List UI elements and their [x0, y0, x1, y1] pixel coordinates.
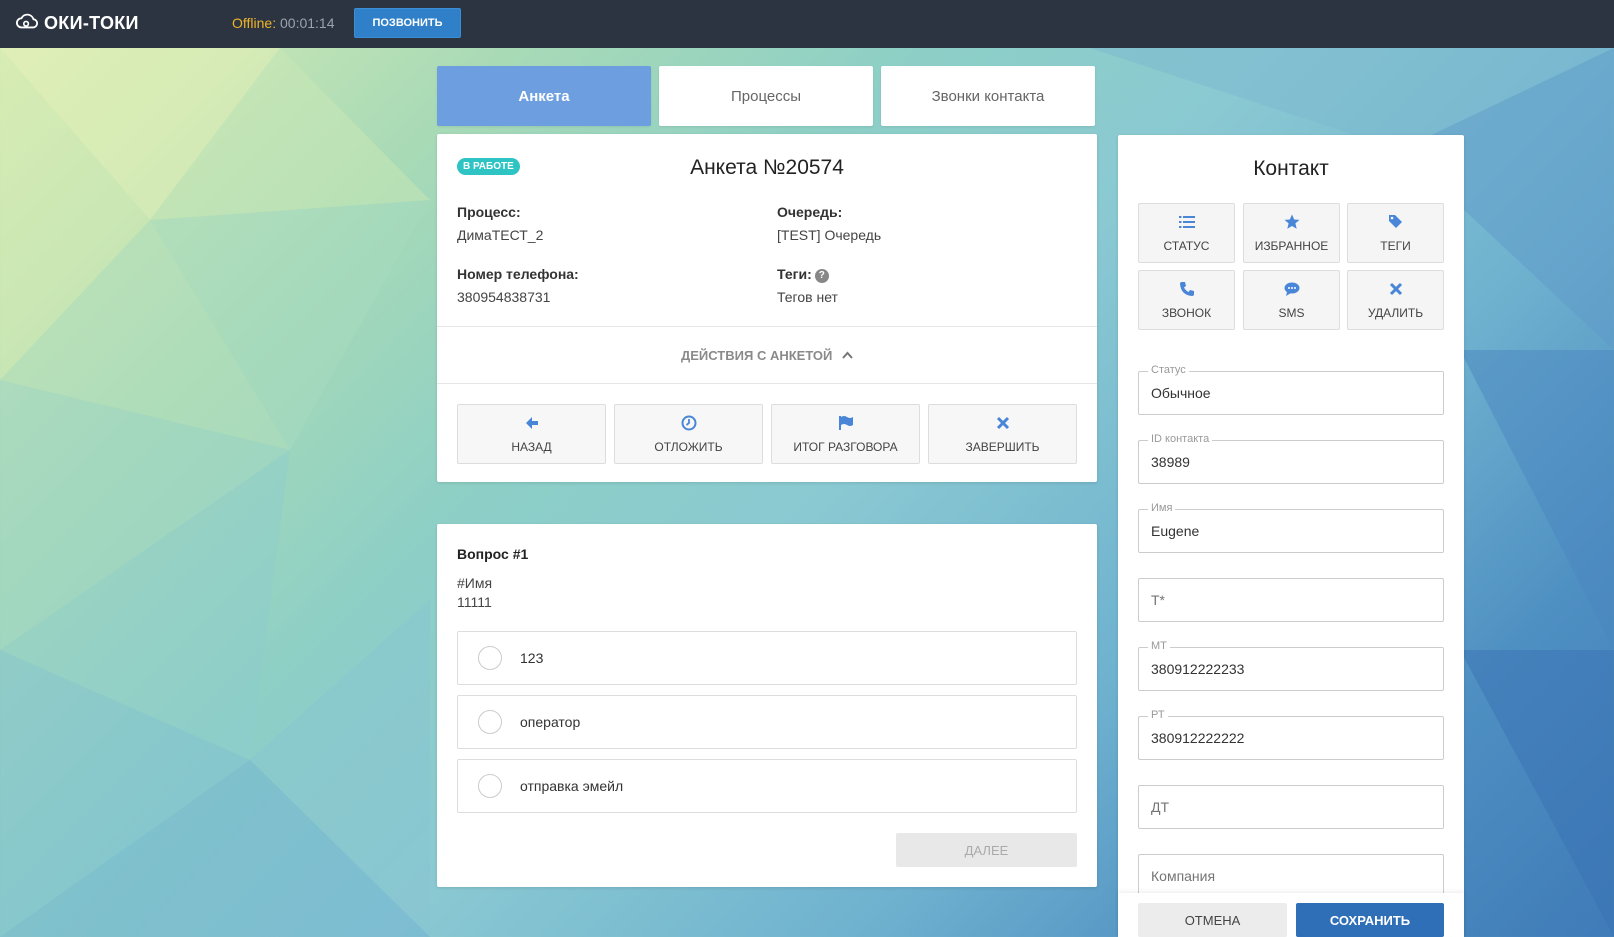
postpone-button[interactable]: ОТЛОЖИТЬ [614, 404, 763, 464]
answer-option-label: отправка эмейл [520, 778, 624, 794]
t-input[interactable] [1139, 579, 1443, 621]
answer-option[interactable]: отправка эмейл [457, 759, 1077, 813]
mt-field[interactable]: МТ 380912222233 [1138, 640, 1444, 691]
status-label: Offline: [232, 15, 277, 31]
help-icon[interactable]: ? [814, 268, 829, 283]
queue-label: Очередь: [777, 204, 843, 220]
rt-field-value: 380912222222 [1151, 730, 1245, 746]
rt-field[interactable]: РТ 380912222222 [1138, 709, 1444, 760]
process-label: Процесс: [457, 204, 521, 220]
status-field[interactable]: Статус Обычное [1138, 364, 1444, 415]
answer-option[interactable]: оператор [457, 695, 1077, 749]
cloud-logo-icon [16, 12, 38, 35]
answer-option-label: 123 [520, 650, 544, 666]
radio-button[interactable] [478, 710, 502, 734]
call-contact-button-label: ЗВОНОК [1161, 305, 1212, 320]
cancel-button[interactable]: ОТМЕНА [1138, 903, 1287, 937]
contact-id-field-value: 38989 [1151, 454, 1190, 470]
tags-button[interactable]: ТЕГИ [1347, 203, 1444, 263]
name-field-value: Eugene [1151, 523, 1200, 539]
close-icon [1388, 281, 1404, 302]
contact-footer: ОТМЕНА СОХРАНИТЬ [1118, 893, 1464, 937]
status-button[interactable]: СТАТУС [1138, 203, 1235, 263]
finish-button[interactable]: ЗАВЕРШИТЬ [928, 404, 1077, 464]
question-line: #Имя [457, 575, 493, 591]
dt-field[interactable] [1138, 785, 1444, 829]
star-icon [1284, 214, 1300, 235]
status-button-label: СТАТУС [1163, 238, 1210, 253]
answer-option-label: оператор [520, 714, 581, 730]
question-text: #Имя 11111 [457, 574, 492, 612]
sms-button[interactable]: SMS [1243, 270, 1340, 330]
tags-icon [1388, 214, 1404, 235]
divider [437, 326, 1097, 327]
tags-label: Теги: [777, 266, 812, 282]
question-card: Вопрос #1 #Имя 11111 123 оператор отправ… [437, 524, 1097, 887]
anketa-title: Анкета №20574 [690, 156, 844, 179]
mt-field-label: МТ [1148, 640, 1170, 652]
phone-value: 380954838731 [457, 289, 551, 305]
contact-panel: Контакт СТАТУС ИЗБРАННОЕ ТЕГИ ЗВОНОК SMS… [1118, 135, 1464, 937]
actions-toggle[interactable]: ДЕЙСТВИЯ С АНКЕТОЙ [437, 347, 1097, 363]
process-value: ДимаТЕСТ_2 [457, 227, 544, 243]
call-button[interactable]: ПОЗВОНИТЬ [354, 8, 461, 38]
queue-value: [TEST] Очередь [777, 227, 882, 243]
arrow-left-icon [524, 415, 540, 436]
next-button[interactable]: ДАЛЕЕ [896, 833, 1077, 867]
divider [437, 383, 1097, 384]
name-field[interactable]: Имя Eugene [1138, 502, 1444, 553]
anketa-card: В РАБОТЕ Анкета №20574 Процесс: ДимаТЕСТ… [437, 134, 1097, 482]
delete-button-label: УДАЛИТЬ [1367, 305, 1424, 320]
top-bar: ОКИ-ТОКИ Offline: 00:01:14 ПОЗВОНИТЬ [0, 0, 1614, 48]
back-button-label: НАЗАД [511, 439, 552, 454]
answer-option[interactable]: 123 [457, 631, 1077, 685]
delete-button[interactable]: УДАЛИТЬ [1347, 270, 1444, 330]
postpone-button-label: ОТЛОЖИТЬ [654, 439, 723, 454]
contact-id-field[interactable]: ID контакта 38989 [1138, 433, 1444, 484]
t-field[interactable] [1138, 578, 1444, 622]
tags-value: Тегов нет [777, 289, 838, 305]
finish-button-label: ЗАВЕРШИТЬ [965, 439, 1040, 454]
contact-title: Контакт [1253, 157, 1329, 180]
connection-status: Offline: 00:01:14 [232, 15, 335, 31]
tags-field: Теги:? [777, 266, 829, 283]
mt-field-value: 380912222233 [1151, 661, 1245, 677]
actions-toggle-label: ДЕЙСТВИЯ С АНКЕТОЙ [680, 348, 833, 363]
clock-icon [681, 415, 697, 436]
phone-icon [1179, 281, 1195, 302]
favorite-button-label: ИЗБРАННОЕ [1254, 238, 1329, 253]
tab-contact-calls[interactable]: Звонки контакта [881, 66, 1095, 126]
phone-label: Номер телефона: [457, 266, 579, 282]
dt-input[interactable] [1139, 786, 1443, 828]
list-icon [1178, 214, 1195, 235]
save-button[interactable]: СОХРАНИТЬ [1296, 903, 1444, 937]
call-result-button[interactable]: ИТОГ РАЗГОВОРА [771, 404, 920, 464]
radio-button[interactable] [478, 774, 502, 798]
company-field[interactable] [1138, 854, 1444, 898]
status-field-value: Обычное [1151, 385, 1211, 401]
sms-button-label: SMS [1278, 305, 1305, 320]
chat-icon [1284, 281, 1300, 302]
chevron-up-icon [842, 347, 853, 362]
company-input[interactable] [1139, 855, 1443, 897]
logo[interactable]: ОКИ-ТОКИ [16, 12, 139, 35]
tab-processes[interactable]: Процессы [659, 66, 873, 126]
rt-field-label: РТ [1148, 709, 1168, 721]
status-timer: 00:01:14 [280, 15, 335, 31]
call-contact-button[interactable]: ЗВОНОК [1138, 270, 1235, 330]
back-button[interactable]: НАЗАД [457, 404, 606, 464]
radio-button[interactable] [478, 646, 502, 670]
contact-id-field-label: ID контакта [1148, 433, 1213, 445]
question-line: 11111 [457, 594, 492, 610]
logo-text: ОКИ-ТОКИ [44, 13, 139, 33]
question-title: Вопрос #1 [457, 546, 529, 562]
tab-anketa[interactable]: Анкета [437, 66, 651, 126]
call-result-button-label: ИТОГ РАЗГОВОРА [793, 439, 898, 454]
close-icon [995, 415, 1011, 436]
tags-button-label: ТЕГИ [1380, 238, 1411, 253]
flag-icon [838, 415, 854, 436]
status-field-label: Статус [1148, 364, 1189, 376]
name-field-label: Имя [1148, 502, 1176, 514]
favorite-button[interactable]: ИЗБРАННОЕ [1243, 203, 1340, 263]
